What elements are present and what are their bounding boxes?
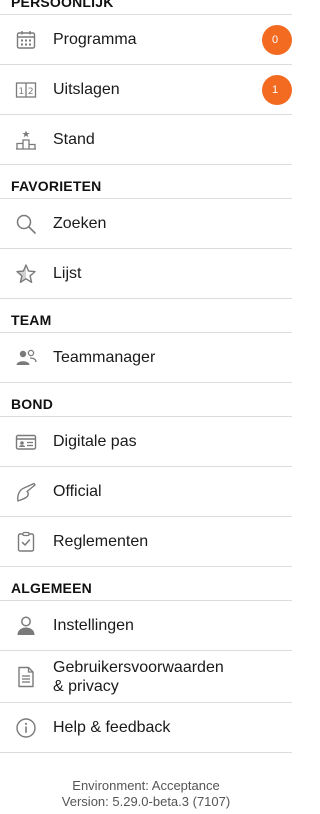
menu-item-label-line1: Gebruikersvoorwaarden	[53, 658, 224, 676]
id-card-icon	[15, 431, 37, 453]
svg-text:1: 1	[18, 87, 24, 97]
section-title-general: ALGEMEEN	[11, 580, 92, 596]
menu-item-gebruikersvoorwaarden[interactable]: Gebruikersvoorwaarden & privacy	[0, 651, 292, 703]
menu-item-label: Help & feedback	[53, 719, 171, 736]
version-text: Version: 5.29.0-beta.3 (7107)	[61, 794, 231, 809]
menu-item-zoeken[interactable]: Zoeken	[0, 199, 292, 249]
menu-item-label: Digitale pas	[53, 433, 137, 450]
section-title-bond: BOND	[11, 396, 54, 412]
svg-text:2: 2	[28, 87, 34, 97]
menu-item-label: Reglementen	[53, 533, 149, 550]
scoreboard-icon: 1 2	[15, 79, 37, 101]
app-version-info: Environment: Acceptance Version: 5.29.0-…	[0, 778, 292, 810]
environment-text: Environment: Acceptance	[72, 778, 220, 793]
notification-badge: 0	[262, 24, 292, 55]
section-title-team: TEAM	[11, 312, 52, 328]
menu-item-label-line2: & privacy	[53, 677, 119, 695]
search-icon	[15, 213, 37, 235]
whistle-icon	[15, 481, 37, 503]
info-icon	[15, 717, 37, 739]
menu-item-label: Teammanager	[53, 349, 156, 366]
menu-item-label: Stand	[53, 131, 95, 148]
menu-item-label: Uitslagen	[53, 81, 120, 98]
menu-item-label: Lijst	[53, 265, 82, 282]
menu-item-label: Programma	[53, 31, 137, 48]
menu-item-uitslagen[interactable]: 1 2 Uitslagen 1	[0, 65, 292, 115]
section-header-team: TEAM	[0, 299, 292, 333]
star-icon	[15, 263, 37, 285]
calendar-icon	[15, 29, 37, 51]
document-icon	[15, 666, 37, 688]
section-title-favorites: FAVORIETEN	[11, 178, 102, 194]
side-menu: PERSOONLIJK Programma 0 1 2 Uitslagen 1 …	[0, 0, 292, 753]
menu-item-teammanager[interactable]: Teammanager	[0, 333, 292, 383]
notification-badge: 1	[262, 74, 292, 105]
menu-item-instellingen[interactable]: Instellingen	[0, 601, 292, 651]
users-icon	[15, 347, 37, 369]
menu-item-official[interactable]: Official	[0, 467, 292, 517]
menu-item-label: Instellingen	[53, 617, 134, 634]
menu-item-reglementen[interactable]: Reglementen	[0, 517, 292, 567]
section-header-favorites: FAVORIETEN	[0, 165, 292, 199]
section-title-personal: PERSOONLIJK	[11, 0, 114, 10]
menu-item-stand[interactable]: Stand	[0, 115, 292, 165]
section-header-general: ALGEMEEN	[0, 567, 292, 601]
section-header-personal: PERSOONLIJK	[0, 0, 292, 15]
menu-item-label: Zoeken	[53, 215, 107, 232]
menu-item-programma[interactable]: Programma 0	[0, 15, 292, 65]
clipboard-check-icon	[15, 531, 37, 553]
menu-item-label: Gebruikersvoorwaarden & privacy	[53, 658, 224, 696]
section-header-bond: BOND	[0, 383, 292, 417]
menu-item-label: Official	[53, 483, 102, 500]
menu-item-digitale-pas[interactable]: Digitale pas	[0, 417, 292, 467]
menu-item-help-feedback[interactable]: Help & feedback	[0, 703, 292, 753]
menu-item-lijst[interactable]: Lijst	[0, 249, 292, 299]
profile-settings-icon	[15, 615, 37, 637]
podium-icon	[15, 129, 37, 151]
